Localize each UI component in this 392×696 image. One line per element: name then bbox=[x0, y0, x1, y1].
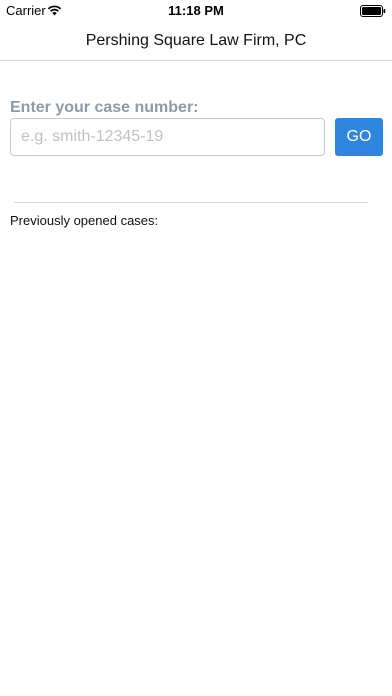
case-number-input[interactable] bbox=[10, 118, 325, 156]
case-number-label: Enter your case number: bbox=[10, 99, 199, 116]
previous-cases-label: Previously opened cases: bbox=[10, 213, 159, 228]
go-button[interactable]: GO bbox=[335, 118, 383, 156]
navigation-bar: Pershing Square Law Firm, PC bbox=[0, 22, 392, 61]
status-time: 11:18 PM bbox=[168, 3, 224, 18]
status-bar: Carrier 11:18 PM bbox=[0, 0, 392, 22]
divider bbox=[14, 202, 368, 203]
page-title: Pershing Square Law Firm, PC bbox=[85, 32, 307, 49]
battery-icon bbox=[360, 5, 386, 17]
